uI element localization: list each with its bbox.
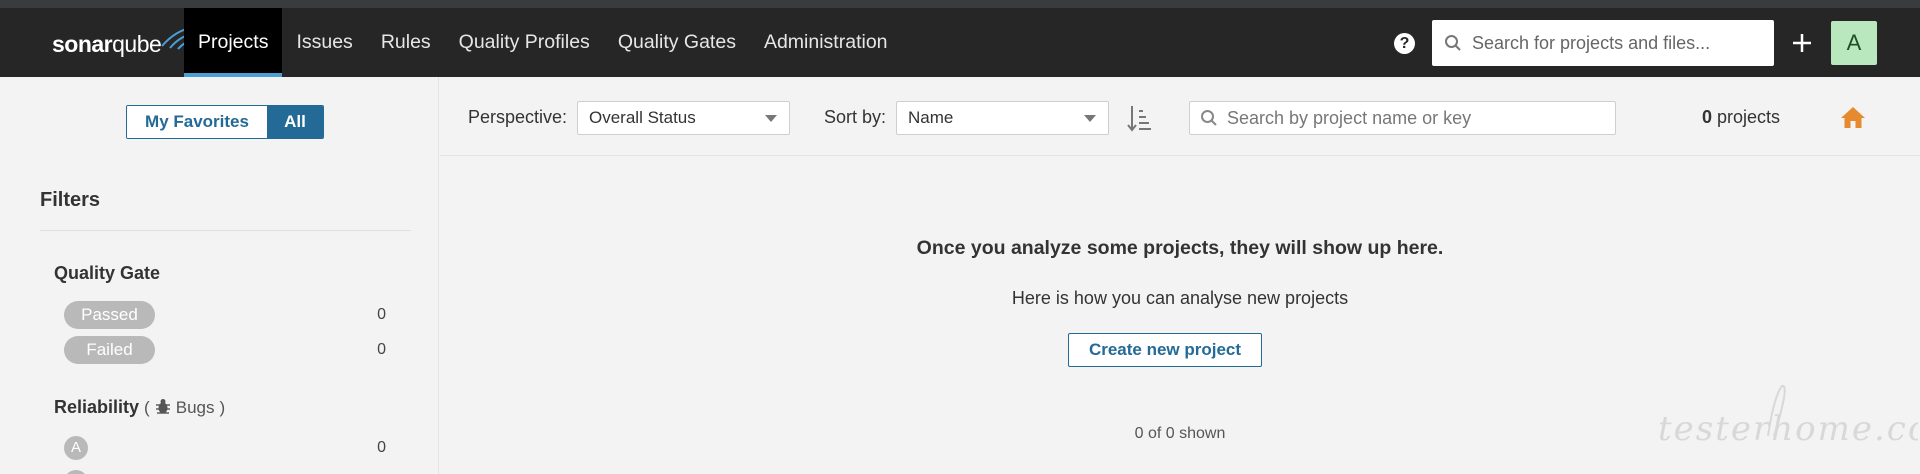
sort-by-value: Name [908, 108, 954, 127]
nav-projects[interactable]: Projects [184, 8, 283, 77]
quality-gate-failed-count: 0 [377, 341, 386, 358]
filters-sidebar: My Favorites All Filters Quality Gate Pa… [0, 77, 439, 474]
project-search-input[interactable]: Search by project name or key [1189, 101, 1616, 135]
nav-quality-profiles[interactable]: Quality Profiles [445, 8, 604, 77]
reliability-facet-title[interactable]: Reliability ( Bugs ) [54, 397, 225, 418]
projects-count-text: projects [1717, 107, 1781, 127]
chevron-down-icon [1084, 115, 1096, 122]
favorites-toggle: My Favorites All [126, 105, 324, 139]
home-icon[interactable] [1840, 105, 1866, 129]
reliability-title: Reliability [54, 397, 140, 417]
global-search-placeholder: Search for projects and files... [1472, 32, 1711, 53]
all-projects-button[interactable]: All [267, 106, 323, 138]
help-icon[interactable]: ? [1394, 33, 1415, 54]
reliability-paren-close: ) [219, 398, 226, 417]
perspective-value: Overall Status [589, 108, 696, 127]
perspective-select[interactable]: Overall Status [577, 101, 790, 135]
my-favorites-button[interactable]: My Favorites [127, 106, 267, 138]
projects-toolbar: Perspective: Overall Status Sort by: Nam… [440, 77, 1920, 156]
plus-icon[interactable] [1790, 23, 1814, 63]
reliability-rating-b-filter[interactable] [64, 470, 88, 474]
reliability-paren-open: ( [144, 398, 150, 417]
sort-order-icon[interactable] [1126, 103, 1152, 133]
projects-count-number: 0 [1702, 107, 1713, 127]
bug-icon [155, 399, 170, 414]
global-navbar: sonarqube Projects Issues Rules Quality … [0, 8, 1920, 77]
filters-title: Filters [40, 189, 101, 211]
search-icon [1445, 35, 1461, 51]
nav-issues[interactable]: Issues [282, 8, 366, 77]
perspective-label: Perspective: [468, 107, 568, 127]
nav-administration[interactable]: Administration [750, 8, 902, 77]
nav-quality-gates[interactable]: Quality Gates [604, 8, 750, 77]
nav-rules[interactable]: Rules [367, 8, 445, 77]
empty-state-subtitle: Here is how you can analyse new projects [1011, 288, 1349, 308]
quality-gate-failed-filter[interactable]: Failed [64, 336, 155, 364]
main-nav: Projects Issues Rules Quality Profiles Q… [184, 8, 902, 77]
quality-gate-passed-count: 0 [377, 306, 386, 323]
user-avatar[interactable]: A [1831, 21, 1877, 65]
global-search-input[interactable]: Search for projects and files... [1432, 20, 1774, 66]
empty-state-title: Once you analyze some projects, they wil… [916, 237, 1444, 259]
quality-gate-passed-filter[interactable]: Passed [64, 301, 155, 329]
window-top-strip [0, 0, 1920, 8]
sort-by-select[interactable]: Name [896, 101, 1109, 135]
watermark-text: testerhome.com [1658, 409, 1918, 449]
quality-gate-facet-title[interactable]: Quality Gate [54, 263, 160, 284]
reliability-bugs-label: Bugs [175, 398, 215, 417]
search-icon [1201, 110, 1217, 126]
reliability-rating-a-count: 0 [377, 439, 386, 456]
sonarqube-logo[interactable]: sonarqube [52, 27, 195, 58]
sort-by-label: Sort by: [824, 107, 887, 127]
testerhome-watermark: testerhome.com [1658, 384, 1918, 449]
projects-count: 0 projects [1702, 107, 1780, 128]
project-search-placeholder: Search by project name or key [1227, 107, 1472, 128]
filters-divider [40, 230, 411, 231]
create-new-project-button[interactable]: Create new project [1068, 333, 1262, 367]
chevron-down-icon [765, 115, 777, 122]
reliability-rating-a-filter[interactable]: A [64, 436, 88, 460]
